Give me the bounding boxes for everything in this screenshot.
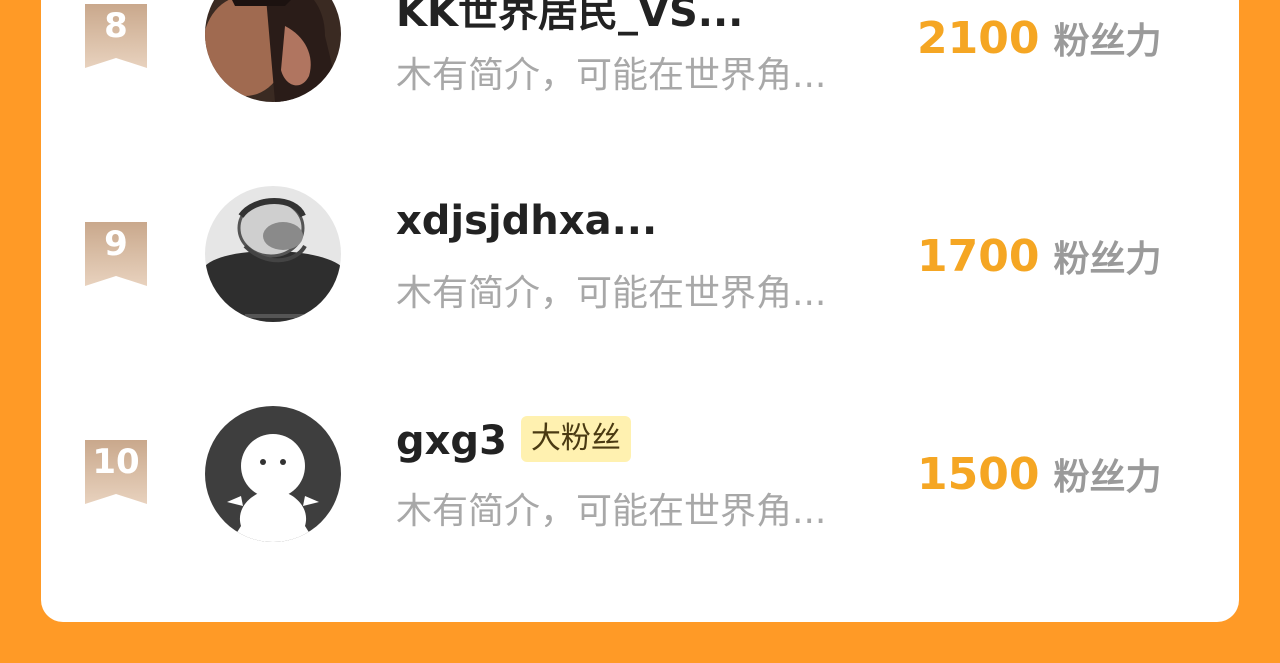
rank-number: 10 [92,442,140,482]
fan-power-score: 1500 粉丝力 [917,448,1161,500]
user-avatar[interactable] [205,0,341,102]
username[interactable]: KK世界居民_VS... [396,0,743,38]
user-avatar[interactable] [205,186,341,322]
ranking-row[interactable]: 10 gxg3 大粉丝 木有简介，可能在世界角... 1500 粉丝力 [41,396,1239,546]
username-text[interactable]: gxg3 [396,418,507,464]
score-value: 1500 [917,449,1040,500]
score-unit: 粉丝力 [1053,457,1162,498]
default-avatar-icon[interactable] [205,406,341,542]
rank-ribbon-icon: 10 [85,440,147,504]
fan-power-score: 1700 粉丝力 [917,230,1161,282]
rank-ribbon-icon: 8 [85,4,147,68]
rank-number: 9 [104,224,128,264]
user-intro: 木有简介，可能在世界角... [396,55,827,96]
rank-number: 8 [104,6,128,46]
score-unit: 粉丝力 [1053,239,1162,280]
big-fan-badge: 大粉丝 [520,416,631,462]
score-value: 1700 [917,231,1040,282]
username[interactable]: xdjsjdhxa... [396,198,657,244]
fan-power-score: 2100 粉丝力 [917,12,1161,64]
username[interactable]: gxg3 大粉丝 [396,416,631,464]
ranking-row[interactable]: 9 xdjsjdhxa... 木有简介，可能在世界角... 1700 粉丝力 [41,178,1239,328]
rank-ribbon-icon: 9 [85,222,147,286]
score-value: 2100 [917,13,1040,64]
user-intro: 木有简介，可能在世界角... [396,491,827,532]
user-intro: 木有简介，可能在世界角... [396,273,827,314]
fan-ranking-card: 8 KK世界居民_VS... 木有简介，可能在世界角... 2100 粉丝力 9… [41,0,1239,622]
ranking-row[interactable]: 8 KK世界居民_VS... 木有简介，可能在世界角... 2100 粉丝力 [41,0,1239,110]
score-unit: 粉丝力 [1053,21,1162,62]
